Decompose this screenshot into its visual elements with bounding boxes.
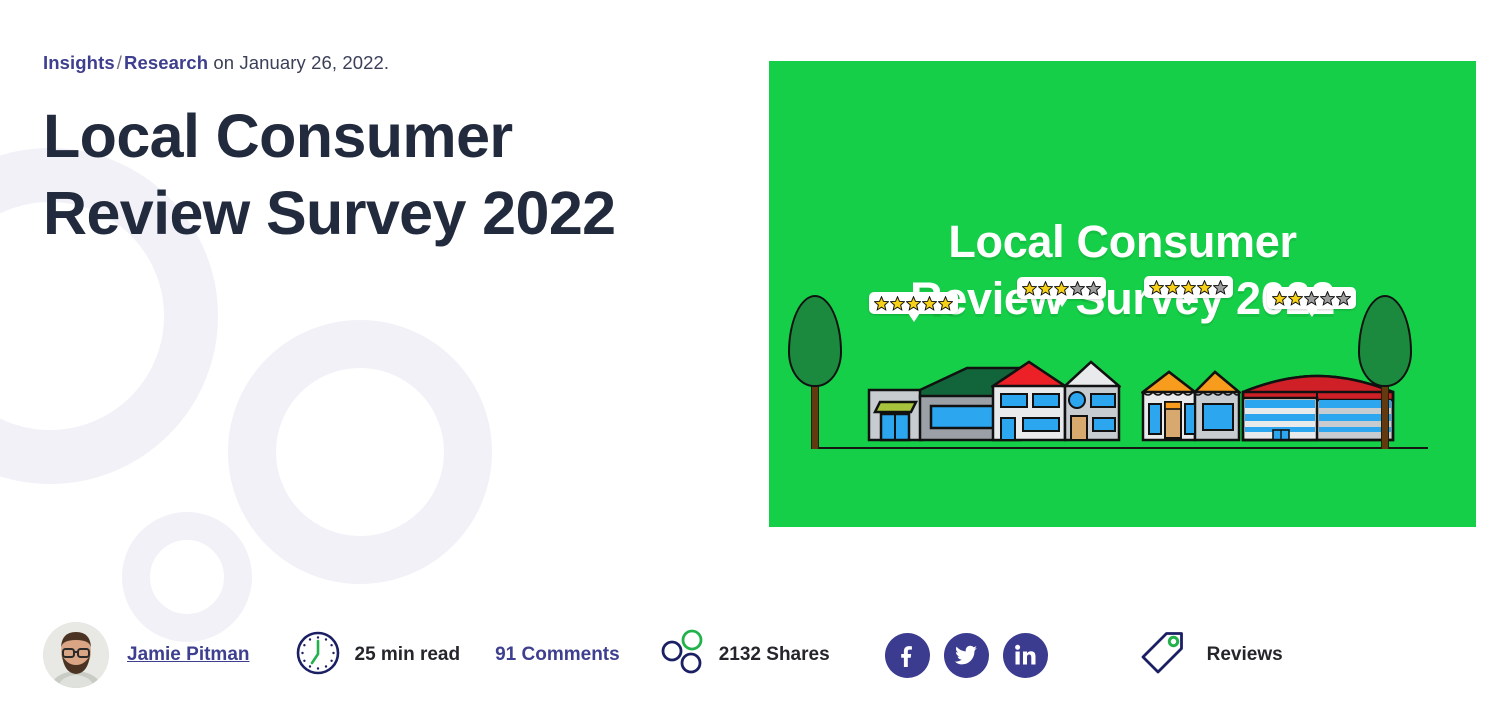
linkedin-share-button[interactable] (1002, 632, 1048, 678)
share-icon[interactable] (656, 627, 708, 684)
breadcrumb-separator: / (116, 52, 122, 73)
breadcrumb-link-insights[interactable]: Insights (43, 52, 115, 73)
rating-badge-2 (1017, 277, 1106, 307)
article-header: Insights / Research on January 26, 2022. L… (0, 0, 1510, 725)
read-time-label: 25 min read (354, 644, 461, 665)
author-name[interactable]: Jamie Pitman (127, 644, 250, 666)
rating-badge-1 (869, 292, 958, 322)
twitter-share-button[interactable] (943, 632, 989, 678)
avatar[interactable] (43, 622, 109, 688)
building-store-orange-awning (1139, 362, 1243, 447)
tag-icon (1136, 627, 1188, 684)
breadcrumb-link-research[interactable]: Research (124, 52, 208, 73)
read-time-group: 25 min read (294, 629, 461, 682)
rating-badge-4 (1267, 287, 1356, 317)
shares-label: 2132 Shares (718, 644, 830, 665)
clock-icon (294, 629, 342, 682)
page-title: Local Consumer Review Survey 2022 (43, 102, 616, 247)
tag-label: Reviews (1206, 644, 1283, 665)
publish-date: on January 26, 2022. (208, 52, 390, 73)
comments-link[interactable]: 91 Comments (495, 644, 620, 666)
shares-group: 2132 Shares (656, 627, 830, 684)
building-house-red-roof (988, 348, 1123, 447)
article-intro: Insights / Research on January 26, 2022. L… (43, 50, 743, 252)
hero-illustration (769, 276, 1476, 449)
hero-image: Local Consumer Review Survey 2022 (769, 61, 1476, 527)
facebook-share-button[interactable] (884, 632, 930, 678)
facebook-icon (901, 646, 913, 667)
social-share-buttons (884, 632, 1048, 678)
article-meta-bar: Jamie Pitman 25 min read 91 Comments 213… (43, 622, 1283, 688)
author-group[interactable]: Jamie Pitman (43, 622, 250, 688)
breadcrumb: Insights / Research on January 26, 2022. (43, 50, 743, 76)
linkedin-icon (1015, 644, 1036, 665)
hero-title-line-1: Local Consumer (948, 216, 1297, 267)
tag-group[interactable]: Reviews (1136, 627, 1283, 684)
rating-badge-3 (1144, 276, 1233, 306)
twitter-icon (955, 645, 978, 665)
